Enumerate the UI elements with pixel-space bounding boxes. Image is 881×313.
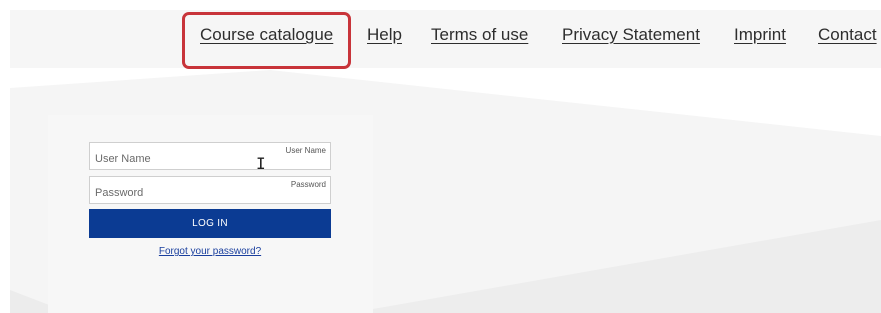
nav-link-privacy-statement[interactable]: Privacy Statement <box>562 25 700 45</box>
username-floating-label: User Name <box>285 146 326 155</box>
nav-links: Course catalogue Help Terms of use Priva… <box>10 10 881 68</box>
nav-link-help[interactable]: Help <box>367 25 402 45</box>
highlight-box <box>182 12 351 69</box>
text-cursor-icon: I <box>256 154 266 173</box>
login-button[interactable]: LOG IN <box>89 209 331 238</box>
password-floating-label: Password <box>290 180 326 189</box>
nav-link-terms-of-use[interactable]: Terms of use <box>431 25 528 45</box>
forgot-password-link[interactable]: Forgot your password? <box>89 246 331 257</box>
top-navigation-bar: Course catalogue Help Terms of use Priva… <box>10 10 881 68</box>
password-field[interactable]: Password <box>89 176 331 204</box>
nav-link-contact[interactable]: Contact <box>818 25 877 45</box>
username-field[interactable]: User Name <box>89 142 331 170</box>
nav-link-imprint[interactable]: Imprint <box>734 25 786 45</box>
